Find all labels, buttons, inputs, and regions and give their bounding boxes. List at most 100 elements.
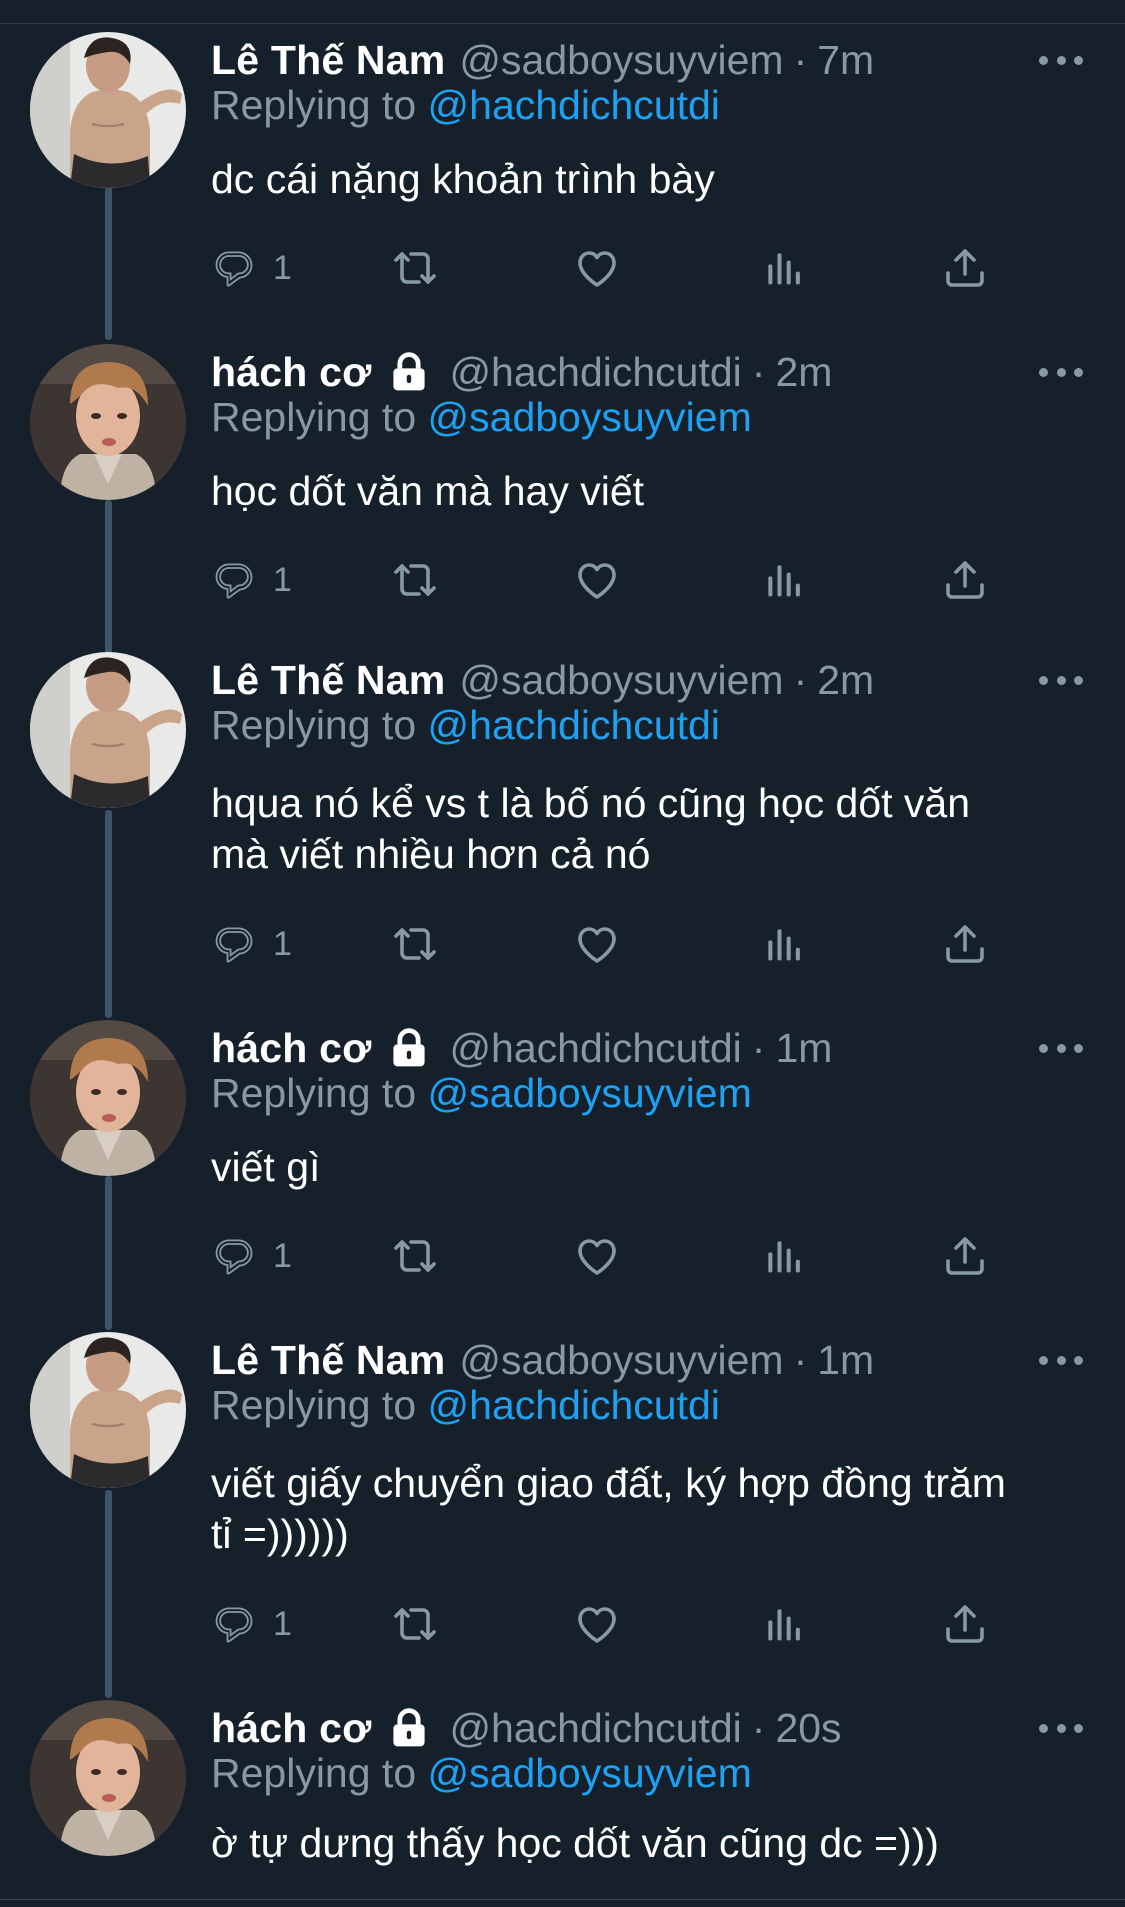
avatar[interactable]: [30, 1332, 186, 1488]
display-name[interactable]: hách cơ: [211, 349, 371, 396]
analytics-button[interactable]: [761, 238, 805, 298]
timestamp[interactable]: 7m: [817, 37, 874, 84]
replying-to-link[interactable]: @hachdichcutdi: [428, 702, 720, 748]
separator-dot: ·: [751, 1704, 766, 1751]
tweet-text-line: viết giấy chuyển giao đất, ký hợp đồng t…: [211, 1460, 1006, 1506]
reply-button[interactable]: 1: [211, 550, 292, 610]
timestamp[interactable]: 20s: [775, 1705, 841, 1752]
share-button[interactable]: [941, 1226, 989, 1286]
lock-icon: [387, 1706, 431, 1750]
thread-line: [105, 1176, 112, 1330]
display-name[interactable]: Lê Thế Nam: [211, 657, 445, 704]
share-button[interactable]: [941, 550, 989, 610]
analytics-icon: [761, 1602, 805, 1646]
reply-icon: [211, 1600, 259, 1648]
display-name[interactable]: Lê Thế Nam: [211, 37, 445, 84]
replying-label: Replying to: [211, 82, 417, 128]
analytics-icon: [761, 246, 805, 290]
reply-button[interactable]: 1: [211, 1226, 292, 1286]
like-button[interactable]: [573, 238, 621, 298]
like-button[interactable]: [573, 1226, 621, 1286]
more-icon[interactable]: [1039, 40, 1083, 80]
share-button[interactable]: [941, 238, 989, 298]
retweet-button[interactable]: [391, 550, 439, 610]
timestamp[interactable]: 2m: [775, 349, 832, 396]
tweet-header: Lê Thế Nam @sadboysuyviem · 7m: [211, 32, 874, 88]
thread-line: [105, 1490, 112, 1698]
thread-line: [105, 810, 112, 1018]
share-icon: [941, 920, 989, 968]
tweet-text: dc cái nặng khoản trình bày: [211, 156, 715, 202]
more-icon[interactable]: [1039, 1028, 1083, 1068]
tweet-actions: 1: [211, 914, 1011, 974]
share-icon: [941, 556, 989, 604]
display-name[interactable]: hách cơ: [211, 1025, 371, 1072]
bottom-divider: [0, 1899, 1125, 1900]
more-icon[interactable]: [1039, 1708, 1083, 1748]
replying-to-link[interactable]: @hachdichcutdi: [428, 82, 720, 128]
tweet-header: hách cơ @hachdichcutdi · 1m: [211, 1020, 832, 1076]
analytics-button[interactable]: [761, 1594, 805, 1654]
reply-count: 1: [273, 924, 292, 963]
more-icon[interactable]: [1039, 1340, 1083, 1380]
retweet-button[interactable]: [391, 1226, 439, 1286]
share-button[interactable]: [941, 914, 989, 974]
avatar[interactable]: [30, 344, 186, 500]
replying-to-link[interactable]: @sadboysuyviem: [428, 1750, 752, 1796]
display-name[interactable]: hách cơ: [211, 1705, 371, 1752]
like-button[interactable]: [573, 550, 621, 610]
replying-to: Replying to @hachdichcutdi: [211, 82, 720, 129]
analytics-icon: [761, 558, 805, 602]
username[interactable]: @hachdichcutdi: [449, 349, 741, 396]
replying-to-link[interactable]: @sadboysuyviem: [428, 1070, 752, 1116]
retweet-button[interactable]: [391, 1594, 439, 1654]
more-icon[interactable]: [1039, 352, 1083, 392]
tweet-text: học dốt văn mà hay viết: [211, 468, 645, 514]
display-name[interactable]: Lê Thế Nam: [211, 1337, 445, 1384]
replying-to-link[interactable]: @hachdichcutdi: [428, 1382, 720, 1428]
reply-button[interactable]: 1: [211, 1594, 292, 1654]
replying-label: Replying to: [211, 1750, 417, 1796]
tweet-text: viết giấy chuyển giao đất, ký hợp đồng t…: [211, 1458, 1091, 1560]
share-icon: [941, 1232, 989, 1280]
tweet-text-line: mà viết nhiều hơn cả nó: [211, 831, 651, 877]
avatar[interactable]: [30, 652, 186, 808]
thread-line: [105, 500, 112, 655]
tweet-text: hqua nó kể vs t là bố nó cũng học dốt vă…: [211, 778, 1091, 880]
like-icon: [573, 1600, 621, 1648]
tweet-text: ờ tự dưng thấy học dốt văn cũng dc =))): [211, 1820, 939, 1866]
timestamp[interactable]: 2m: [817, 657, 874, 704]
username[interactable]: @sadboysuyviem: [459, 657, 783, 704]
avatar[interactable]: [30, 32, 186, 188]
analytics-button[interactable]: [761, 914, 805, 974]
avatar[interactable]: [30, 1020, 186, 1176]
like-icon: [573, 244, 621, 292]
retweet-icon: [391, 920, 439, 968]
retweet-button[interactable]: [391, 238, 439, 298]
retweet-button[interactable]: [391, 914, 439, 974]
timestamp[interactable]: 1m: [817, 1337, 874, 1384]
retweet-icon: [391, 244, 439, 292]
analytics-button[interactable]: [761, 1226, 805, 1286]
timestamp[interactable]: 1m: [775, 1025, 832, 1072]
share-button[interactable]: [941, 1594, 989, 1654]
reply-button[interactable]: 1: [211, 914, 292, 974]
username[interactable]: @hachdichcutdi: [449, 1705, 741, 1752]
username[interactable]: @sadboysuyviem: [459, 1337, 783, 1384]
separator-dot: ·: [751, 348, 766, 395]
avatar[interactable]: [30, 1700, 186, 1856]
username[interactable]: @hachdichcutdi: [449, 1025, 741, 1072]
tweet-actions: 1: [211, 1594, 1011, 1654]
like-icon: [573, 1232, 621, 1280]
more-icon[interactable]: [1039, 660, 1083, 700]
reply-icon: [211, 556, 259, 604]
thread-line: [105, 186, 112, 340]
like-button[interactable]: [573, 1594, 621, 1654]
replying-to-link[interactable]: @sadboysuyviem: [428, 394, 752, 440]
like-button[interactable]: [573, 914, 621, 974]
lock-icon: [387, 1026, 431, 1070]
analytics-button[interactable]: [761, 550, 805, 610]
replying-label: Replying to: [211, 394, 417, 440]
username[interactable]: @sadboysuyviem: [459, 37, 783, 84]
reply-button[interactable]: 1: [211, 238, 292, 298]
